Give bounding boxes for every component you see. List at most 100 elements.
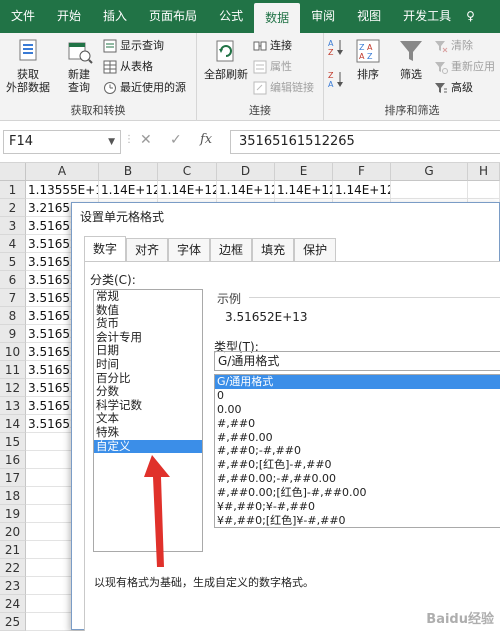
row-header[interactable]: 20 — [0, 523, 26, 541]
tab-border[interactable]: 边框 — [210, 238, 253, 261]
category-item[interactable]: 数值 — [94, 303, 202, 318]
category-item[interactable]: 日期 — [94, 344, 202, 358]
advanced-filter-button[interactable]: 高级 — [434, 80, 473, 96]
tab-view[interactable]: 视图 — [346, 0, 392, 33]
clear-filter-button[interactable]: 清除 — [434, 38, 473, 54]
row-header[interactable]: 13 — [0, 397, 26, 415]
select-all-corner[interactable] — [0, 163, 26, 181]
row-header[interactable]: 8 — [0, 307, 26, 325]
row-header[interactable]: 18 — [0, 487, 26, 505]
enter-check-icon[interactable]: ✓ — [170, 132, 182, 148]
from-table-button[interactable]: 从表格 — [103, 59, 153, 75]
cell-c1[interactable]: 1.14E+12 — [158, 181, 217, 199]
category-item[interactable]: 科学记数 — [94, 398, 202, 413]
row-header[interactable]: 11 — [0, 361, 26, 379]
row-header[interactable]: 1 — [0, 181, 26, 199]
edit-links-button[interactable]: 编辑链接 — [253, 80, 314, 96]
tab-protection[interactable]: 保护 — [294, 238, 337, 261]
cell-f1[interactable]: 1.14E+12 — [333, 181, 391, 199]
format-item[interactable]: #,##0 — [215, 417, 500, 431]
row-header[interactable]: 22 — [0, 559, 26, 577]
insert-function-icon[interactable]: fx — [200, 132, 212, 147]
format-item[interactable]: ¥#,##0;¥-#,##0 — [215, 500, 500, 514]
tab-number[interactable]: 数字 — [84, 236, 127, 261]
properties-button[interactable]: 属性 — [253, 59, 292, 75]
row-header[interactable]: 19 — [0, 505, 26, 523]
row-header[interactable]: 3 — [0, 217, 26, 235]
row-header[interactable]: 9 — [0, 325, 26, 343]
row-header[interactable]: 4 — [0, 235, 26, 253]
tab-file[interactable]: 文件 — [0, 0, 46, 33]
row-header[interactable]: 10 — [0, 343, 26, 361]
cell-a1[interactable]: 1.13555E+12 — [26, 181, 99, 199]
row-header[interactable]: 5 — [0, 253, 26, 271]
new-query-button[interactable]: 新建 查询 — [60, 37, 98, 94]
row-header[interactable]: 2 — [0, 199, 26, 217]
refresh-all-button[interactable]: 全部刷新 — [201, 37, 251, 81]
format-code-list[interactable]: G/通用格式 0 0.00 #,##0 #,##0.00 #,##0;-#,##… — [214, 374, 500, 528]
get-external-data-button[interactable]: 获取 外部数据 — [2, 37, 54, 94]
row-header[interactable]: 12 — [0, 379, 26, 397]
category-item[interactable]: 常规 — [94, 289, 202, 304]
format-item[interactable]: 0 — [215, 389, 500, 403]
column-header-c[interactable]: C — [158, 163, 217, 181]
row-header[interactable]: 14 — [0, 415, 26, 433]
category-item[interactable]: 百分比 — [94, 371, 202, 386]
sort-za-button[interactable]: ZA — [328, 71, 349, 89]
format-item[interactable]: G/通用格式 — [215, 375, 500, 389]
tab-font[interactable]: 字体 — [168, 238, 211, 261]
format-item[interactable]: 0.00 — [215, 403, 500, 417]
format-item[interactable]: #,##0.00 — [215, 431, 500, 445]
reapply-button[interactable]: 重新应用 — [434, 59, 495, 75]
format-item[interactable]: ¥#,##0;[红色]¥-#,##0 — [215, 514, 500, 528]
row-header[interactable]: 17 — [0, 469, 26, 487]
tab-review[interactable]: 审阅 — [300, 0, 346, 33]
row-header[interactable]: 24 — [0, 595, 26, 613]
category-item-custom[interactable]: 自定义 — [94, 439, 202, 454]
tab-home[interactable]: 开始 — [46, 0, 92, 33]
tab-insert[interactable]: 插入 — [92, 0, 138, 33]
tab-page-layout[interactable]: 页面布局 — [138, 0, 208, 33]
row-header[interactable]: 23 — [0, 577, 26, 595]
cell-e1[interactable]: 1.14E+12 — [275, 181, 333, 199]
category-item[interactable]: 文本 — [94, 412, 202, 426]
chevron-down-icon[interactable]: ▼ — [108, 131, 115, 153]
cancel-icon[interactable]: ✕ — [140, 132, 152, 148]
row-header[interactable]: 6 — [0, 271, 26, 289]
format-item[interactable]: #,##0.00;-#,##0.00 — [215, 472, 500, 486]
category-item[interactable]: 会计专用 — [94, 330, 202, 345]
tab-formulas[interactable]: 公式 — [208, 0, 254, 33]
format-item[interactable]: #,##0;-#,##0 — [215, 444, 500, 458]
row-header[interactable]: 16 — [0, 451, 26, 469]
cell-b1[interactable]: 1.14E+12 — [99, 181, 158, 199]
column-header-a[interactable]: A — [26, 163, 99, 181]
sort-az-button[interactable]: AZ — [328, 39, 349, 57]
cell-h1[interactable] — [468, 181, 500, 199]
row-header[interactable]: 21 — [0, 541, 26, 559]
formula-bar-grip-icon[interactable]: ⋮ — [124, 134, 134, 145]
format-item[interactable]: #,##0;[红色]-#,##0 — [215, 458, 500, 472]
column-header-b[interactable]: B — [99, 163, 158, 181]
sort-button[interactable]: ZAAZ 排序 — [352, 37, 384, 81]
column-header-e[interactable]: E — [275, 163, 333, 181]
cell-d1[interactable]: 1.14E+12 — [217, 181, 275, 199]
column-header-d[interactable]: D — [217, 163, 275, 181]
tab-alignment[interactable]: 对齐 — [126, 238, 169, 261]
name-box[interactable]: F14 ▼ — [3, 130, 121, 154]
tab-data[interactable]: 数据 — [254, 3, 301, 33]
format-item[interactable]: #,##0.00;[红色]-#,##0.00 — [215, 486, 500, 500]
column-header-f[interactable]: F — [333, 163, 391, 181]
show-queries-button[interactable]: 显示查询 — [103, 38, 164, 54]
filter-button[interactable]: 筛选 — [394, 37, 428, 81]
column-header-g[interactable]: G — [391, 163, 468, 181]
tab-fill[interactable]: 填充 — [252, 238, 295, 261]
row-header[interactable]: 15 — [0, 433, 26, 451]
connections-button[interactable]: 连接 — [253, 38, 292, 54]
category-item[interactable]: 货币 — [94, 317, 202, 331]
row-header[interactable]: 7 — [0, 289, 26, 307]
row-header[interactable]: 25 — [0, 613, 26, 631]
category-item[interactable]: 分数 — [94, 385, 202, 399]
recent-sources-button[interactable]: 最近使用的源 — [103, 80, 186, 96]
more-tabs-icon[interactable]: ♀ — [462, 0, 479, 33]
type-input[interactable]: G/通用格式 — [214, 351, 500, 371]
